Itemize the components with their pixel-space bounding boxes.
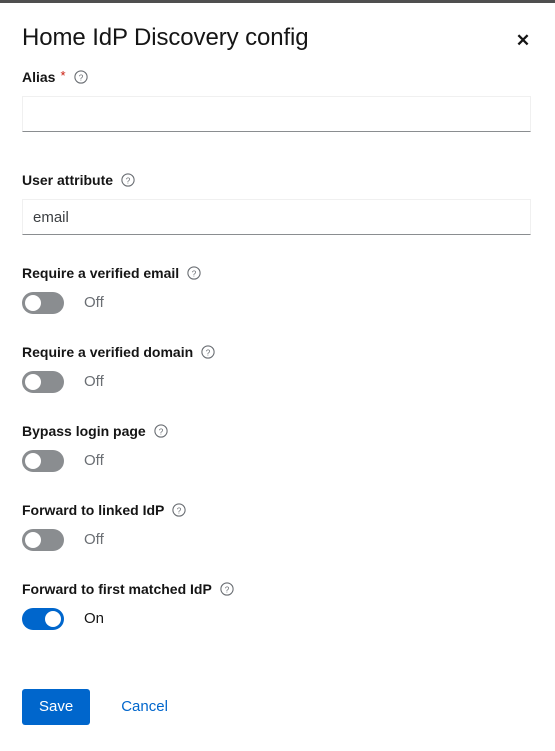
switch-group-forward-to-first-matched-idp: Forward to first matched IdP ? On (22, 579, 533, 630)
help-circle-icon[interactable]: ? (73, 70, 88, 84)
svg-text:?: ? (177, 506, 182, 515)
toggle-state-label: Off (84, 294, 104, 311)
svg-text:?: ? (126, 176, 131, 185)
switch-label: Forward to first matched IdP (22, 581, 212, 597)
toggle-knob (25, 532, 41, 548)
switch-label-row: Bypass login page ? (22, 421, 533, 441)
form-group-alias: Alias * ? (22, 67, 533, 132)
help-circle-icon[interactable]: ? (201, 345, 215, 359)
help-circle-icon[interactable]: ? (154, 424, 168, 438)
toggle-state-label: Off (84, 531, 104, 548)
toggle-state-label: Off (84, 452, 104, 469)
toggle-forward-to-first-matched-idp[interactable] (22, 608, 64, 630)
page-title: Home IdP Discovery config (22, 24, 309, 51)
help-circle-icon[interactable]: ? (187, 266, 201, 280)
switch-row: On (22, 608, 533, 630)
modal-body: Alias * ? User attribute ? email Require… (0, 61, 555, 689)
home-idp-discovery-config-modal: Home IdP Discovery config ✕ Alias * ? Us… (0, 3, 555, 751)
toggle-knob (25, 374, 41, 390)
close-icon[interactable]: ✕ (511, 29, 535, 53)
svg-text:?: ? (192, 269, 197, 278)
modal-header: Home IdP Discovery config ✕ (0, 3, 555, 61)
user-attribute-input[interactable] (22, 199, 531, 235)
toggle-knob (25, 295, 41, 311)
switch-label: Bypass login page (22, 423, 146, 439)
switch-group-forward-to-linked-idp: Forward to linked IdP ? Off (22, 500, 533, 551)
toggle-require-verified-domain[interactable] (22, 371, 64, 393)
svg-text:?: ? (206, 348, 211, 357)
switch-row: Off (22, 450, 533, 472)
switch-group-require-verified-email: Require a verified email ? Off (22, 263, 533, 314)
switch-group-require-verified-domain: Require a verified domain ? Off (22, 342, 533, 393)
switch-row: Off (22, 371, 533, 393)
user-attribute-label: User attribute (22, 172, 114, 188)
toggle-knob (45, 611, 61, 627)
user-attribute-label-row: User attribute ? (22, 170, 533, 190)
alias-label: Alias (22, 69, 56, 85)
toggle-state-label: Off (84, 373, 104, 390)
switch-label: Require a verified email (22, 265, 180, 281)
switch-label: Forward to linked IdP (22, 502, 165, 518)
toggle-state-label: On (84, 610, 105, 627)
switch-group-bypass-login-page: Bypass login page ? Off (22, 421, 533, 472)
alias-label-row: Alias * ? (22, 67, 533, 87)
toggle-knob (25, 453, 41, 469)
switch-label-row: Forward to first matched IdP ? (22, 579, 533, 599)
help-circle-icon[interactable]: ? (172, 503, 187, 517)
switch-label: Require a verified domain (22, 344, 194, 360)
svg-text:?: ? (225, 585, 230, 594)
switch-label-row: Forward to linked IdP ? (22, 500, 533, 520)
modal-footer: Save Cancel (0, 689, 555, 751)
toggle-require-verified-email[interactable] (22, 292, 64, 314)
switch-label-row: Require a verified domain ? (22, 342, 533, 362)
switch-row: Off (22, 292, 533, 314)
form-group-user-attribute: User attribute ? (22, 170, 533, 235)
svg-text:?: ? (78, 73, 83, 82)
switch-row: Off (22, 529, 533, 551)
toggle-forward-to-linked-idp[interactable] (22, 529, 64, 551)
help-circle-icon[interactable]: ? (121, 173, 135, 187)
alias-input[interactable] (22, 96, 531, 132)
save-button[interactable]: Save (22, 689, 91, 725)
switch-label-row: Require a verified email ? (22, 263, 533, 283)
help-circle-icon[interactable]: ? (220, 582, 234, 596)
required-asterisk: * (60, 68, 66, 83)
svg-text:?: ? (158, 427, 163, 436)
cancel-button[interactable]: Cancel (105, 689, 184, 725)
toggle-bypass-login-page[interactable] (22, 450, 64, 472)
